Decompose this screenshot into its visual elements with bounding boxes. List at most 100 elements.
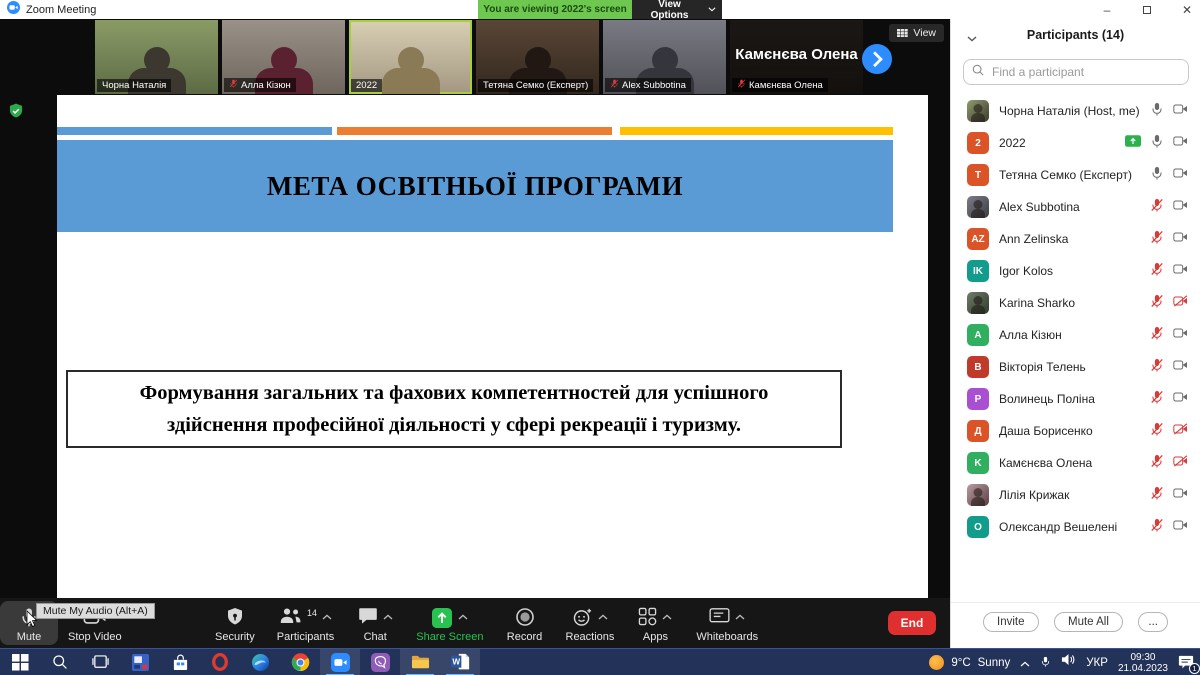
participant-avatar: IK [967,260,989,282]
minimize-button[interactable]: – [1100,3,1114,17]
video-tile[interactable]: Алла Кізюн [222,20,345,94]
mic-status-icon[interactable] [1150,134,1164,153]
toolbar-chat-button[interactable]: Chat [346,598,404,648]
mic-status-icon[interactable] [1150,326,1164,345]
participant-row[interactable]: IKIgor Kolos [951,255,1200,287]
participant-search[interactable] [963,59,1189,85]
participant-row[interactable]: BВікторія Телень [951,351,1200,383]
toolbar-apps-button[interactable]: Apps [626,598,684,648]
participant-row[interactable]: 22022 [951,127,1200,159]
mic-status-icon[interactable] [1150,230,1164,249]
search-input[interactable] [990,64,1180,80]
collapse-panel-chevron-icon[interactable] [967,29,977,47]
taskbar-word-icon[interactable]: W [440,649,480,675]
taskbar-chrome-icon[interactable] [280,649,320,675]
participant-row[interactable]: AАлла Кізюн [951,319,1200,351]
taskbar-weather[interactable]: 9°C Sunny [929,655,1010,670]
camera-status-icon[interactable] [1173,166,1188,184]
participant-row[interactable]: PВолинець Поліна [951,383,1200,415]
chevron-up-icon[interactable] [322,607,332,625]
participant-list: Чорна Наталія (Host, me)22022TТетяна Сем… [951,95,1200,543]
participant-row[interactable]: ДДаша Борисенко [951,415,1200,447]
participant-row[interactable]: OОлександр Вешелені [951,511,1200,543]
mic-status-icon[interactable] [1150,390,1164,409]
taskbar-edge-icon[interactable] [240,649,280,675]
participant-row[interactable]: KКамєнєва Олена [951,447,1200,479]
tray-volume-icon[interactable] [1061,653,1076,671]
maximize-button[interactable] [1140,3,1154,17]
taskbar-start-icon[interactable] [0,649,40,675]
participant-row[interactable]: Чорна Наталія (Host, me) [951,95,1200,127]
mic-status-icon[interactable] [1150,294,1164,313]
camera-status-icon[interactable] [1173,422,1188,440]
video-tile[interactable]: Тетяна Семко (Експерт) [476,20,599,94]
toolbar-share-screen-button[interactable]: Share Screen [406,598,493,648]
chevron-up-icon[interactable] [383,607,393,625]
participant-row[interactable]: TТетяна Семко (Експерт) [951,159,1200,191]
sun-icon [929,655,944,670]
participant-row[interactable]: Karina Sharko [951,287,1200,319]
camera-status-icon[interactable] [1173,486,1188,504]
taskbar-movies-icon[interactable] [120,649,160,675]
participant-row[interactable]: Лілія Крижак [951,479,1200,511]
mic-status-icon[interactable] [1150,358,1164,377]
camera-status-icon[interactable] [1173,134,1188,152]
view-layout-button[interactable]: View [889,24,944,42]
taskbar-store-icon[interactable] [160,649,200,675]
tray-chevron-icon[interactable] [1020,654,1030,672]
video-tile[interactable]: Alex Subbotina [603,20,726,94]
more-options-button[interactable]: ... [1138,612,1168,632]
camera-status-icon[interactable] [1173,102,1188,120]
chevron-up-icon[interactable] [735,607,745,625]
chevron-up-icon[interactable] [662,607,672,625]
camera-status-icon[interactable] [1173,262,1188,280]
mic-status-icon[interactable] [1150,454,1164,473]
view-options-button[interactable]: View Options [632,0,722,19]
camera-status-icon[interactable] [1173,230,1188,248]
camera-status-icon[interactable] [1173,454,1188,472]
participant-avatar: A [967,324,989,346]
participant-row[interactable]: AZAnn Zelinska [951,223,1200,255]
camera-status-icon[interactable] [1173,326,1188,344]
video-tile[interactable]: Чорна Наталія [95,20,218,94]
tray-mic-icon[interactable] [1040,654,1051,672]
taskbar-zoom-icon[interactable] [320,649,360,675]
mic-status-icon[interactable] [1150,198,1164,217]
video-tile[interactable]: 2022 [349,20,472,94]
notification-center-icon[interactable]: 1 [1178,655,1196,671]
end-meeting-button[interactable]: End [888,611,936,635]
video-tile[interactable]: Камєнєва ОленаКамєнєва Олена [730,20,863,94]
mic-status-icon[interactable] [1150,486,1164,505]
mute-all-button[interactable]: Mute All [1054,612,1123,632]
invite-button[interactable]: Invite [983,612,1039,632]
toolbar-participants-button[interactable]: 14Participants [267,598,344,648]
taskbar-taskview-icon[interactable] [80,649,120,675]
participant-name: Вікторія Телень [999,360,1150,374]
mic-status-icon[interactable] [1150,518,1164,537]
taskbar-viber-icon[interactable] [360,649,400,675]
taskbar-clock[interactable]: 09:30 21.04.2023 [1118,652,1168,674]
mic-status-icon[interactable] [1150,422,1164,441]
taskbar-search-icon[interactable] [40,649,80,675]
camera-status-icon[interactable] [1173,294,1188,312]
toolbar-whiteboards-button[interactable]: Whiteboards [686,598,768,648]
language-indicator[interactable]: УКР [1086,657,1108,669]
slide-accent-bar-blue [57,127,332,135]
chevron-up-icon[interactable] [458,607,468,625]
mic-status-icon[interactable] [1150,262,1164,281]
toolbar-reactions-button[interactable]: Reactions [556,598,625,648]
mic-status-icon[interactable] [1150,102,1164,121]
taskbar-opera-icon[interactable] [200,649,240,675]
next-videos-button[interactable] [862,44,892,74]
participant-row[interactable]: Alex Subbotina [951,191,1200,223]
toolbar-security-button[interactable]: Security [205,598,265,648]
toolbar-record-button[interactable]: Record [496,598,554,648]
camera-status-icon[interactable] [1173,390,1188,408]
close-button[interactable]: ✕ [1180,3,1194,17]
camera-status-icon[interactable] [1173,358,1188,376]
taskbar-explorer-icon[interactable] [400,649,440,675]
camera-status-icon[interactable] [1173,198,1188,216]
camera-status-icon[interactable] [1173,518,1188,536]
chevron-up-icon[interactable] [598,607,608,625]
mic-status-icon[interactable] [1150,166,1164,185]
